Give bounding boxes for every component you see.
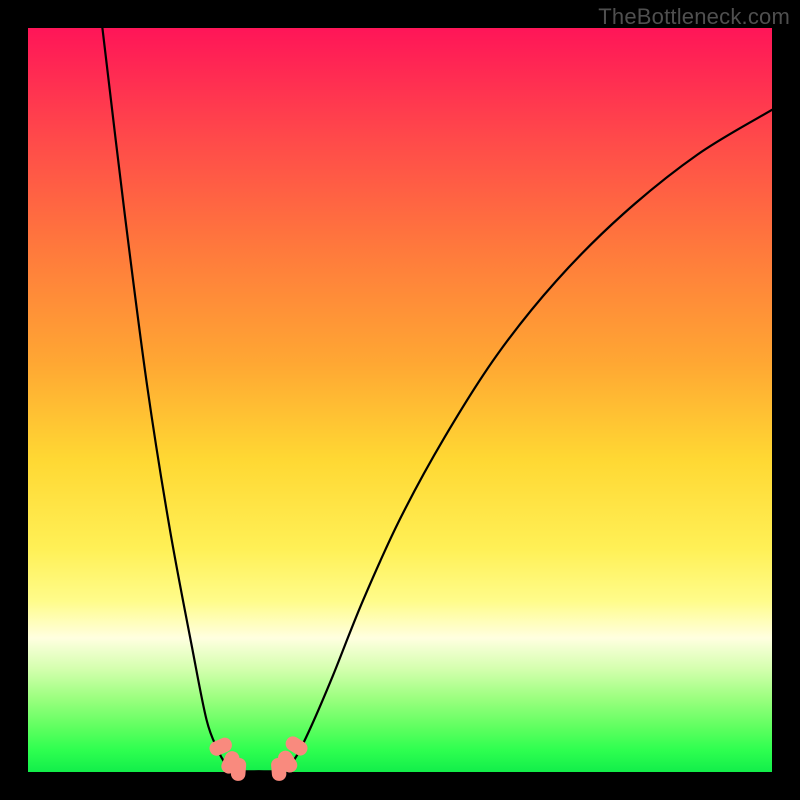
bottleneck-curve <box>102 28 772 771</box>
curve-layer <box>28 28 772 772</box>
plot-area <box>28 28 772 772</box>
watermark-text: TheBottleneck.com <box>598 4 790 30</box>
chart-frame: TheBottleneck.com <box>0 0 800 800</box>
